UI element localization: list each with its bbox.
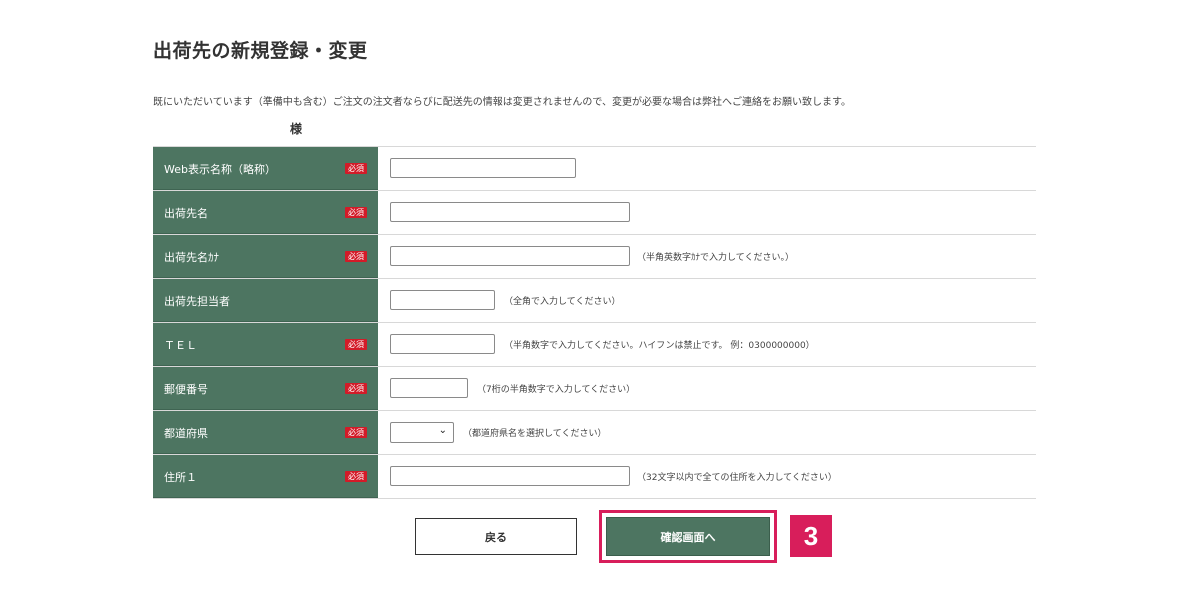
back-button[interactable]: 戻る [415, 518, 577, 555]
prefecture-select[interactable]: ⌄ [390, 422, 454, 443]
field-label: 郵便番号 [164, 383, 208, 396]
value-cell: ⌄ （都道府県名を選択してください） [379, 411, 1036, 454]
value-cell: （半角数字で入力してください。ハイフンは禁止です。 例：0300000000） [379, 323, 1036, 366]
label-cell: ＴＥＬ 必須 [153, 323, 378, 366]
field-hint: （全角で入力してください） [504, 297, 621, 307]
web-name-input[interactable] [390, 158, 576, 178]
field-hint: （半角数字で入力してください。ハイフンは禁止です。 例：0300000000） [504, 341, 815, 351]
confirm-button[interactable]: 確認画面へ [606, 517, 770, 556]
field-label: 住所１ [164, 471, 197, 484]
form-row-prefecture: 都道府県 必須 ⌄ （都道府県名を選択してください） [153, 411, 1036, 455]
label-cell: 出荷先名ｶﾅ 必須 [153, 235, 378, 278]
required-badge: 必須 [345, 383, 367, 394]
form-row-address-1: 住所１ 必須 （32文字以内で全ての住所を入力してください） [153, 455, 1036, 499]
value-cell: （半角英数字ｶﾅで入力してください。） [379, 235, 1036, 278]
value-cell [379, 191, 1036, 234]
value-cell: （7桁の半角数字で入力してください） [379, 367, 1036, 410]
required-badge: 必須 [345, 163, 367, 174]
required-badge: 必須 [345, 427, 367, 438]
required-badge: 必須 [345, 471, 367, 482]
shipping-name-input[interactable] [390, 202, 630, 222]
page-title: 出荷先の新規登録・変更 [153, 40, 368, 62]
address-1-input[interactable] [390, 466, 630, 486]
field-hint: （32文字以内で全ての住所を入力してください） [637, 473, 837, 483]
form-row-postal-code: 郵便番号 必須 （7桁の半角数字で入力してください） [153, 367, 1036, 411]
label-cell: 住所１ 必須 [153, 455, 378, 498]
required-badge: 必須 [345, 207, 367, 218]
field-hint: （半角英数字ｶﾅで入力してください。） [637, 253, 794, 263]
chevron-down-icon: ⌄ [438, 425, 447, 436]
field-label: 都道府県 [164, 427, 208, 440]
form-row-web-name: Web表示名称（略称） 必須 [153, 147, 1036, 191]
postal-code-input[interactable] [390, 378, 468, 398]
contact-person-input[interactable] [390, 290, 495, 310]
field-hint: （7桁の半角数字で入力してください） [477, 385, 636, 395]
value-cell: （32文字以内で全ての住所を入力してください） [379, 455, 1036, 498]
tel-input[interactable] [390, 334, 495, 354]
required-badge: 必須 [345, 339, 367, 350]
field-label: 出荷先名 [164, 207, 208, 220]
shipping-form: Web表示名称（略称） 必須 出荷先名 必須 出荷先名ｶﾅ 必須 （半角英数字ｶ… [153, 146, 1036, 499]
value-cell: （全角で入力してください） [379, 279, 1036, 322]
label-cell: 郵便番号 必須 [153, 367, 378, 410]
label-cell: 出荷先担当者 [153, 279, 378, 322]
field-label: Web表示名称（略称） [164, 163, 276, 176]
shipping-name-kana-input[interactable] [390, 246, 630, 266]
form-row-shipping-name: 出荷先名 必須 [153, 191, 1036, 235]
field-hint: （都道府県名を選択してください） [463, 429, 607, 439]
required-badge: 必須 [345, 251, 367, 262]
step-number-badge: 3 [790, 515, 832, 557]
notice-text: 既にいただいています（準備中も含む）ご注文の注文者ならびに配送先の情報は変更され… [153, 97, 851, 108]
field-label: 出荷先名ｶﾅ [164, 251, 219, 264]
label-cell: 都道府県 必須 [153, 411, 378, 454]
label-cell: 出荷先名 必須 [153, 191, 378, 234]
form-row-contact-person: 出荷先担当者 （全角で入力してください） [153, 279, 1036, 323]
field-label: ＴＥＬ [164, 339, 197, 352]
form-row-shipping-name-kana: 出荷先名ｶﾅ 必須 （半角英数字ｶﾅで入力してください。） [153, 235, 1036, 279]
value-cell [379, 147, 1036, 190]
field-label: 出荷先担当者 [164, 295, 230, 308]
form-row-tel: ＴＥＬ 必須 （半角数字で入力してください。ハイフンは禁止です。 例：03000… [153, 323, 1036, 367]
honorific-label: 様 [290, 122, 303, 136]
label-cell: Web表示名称（略称） 必須 [153, 147, 378, 190]
